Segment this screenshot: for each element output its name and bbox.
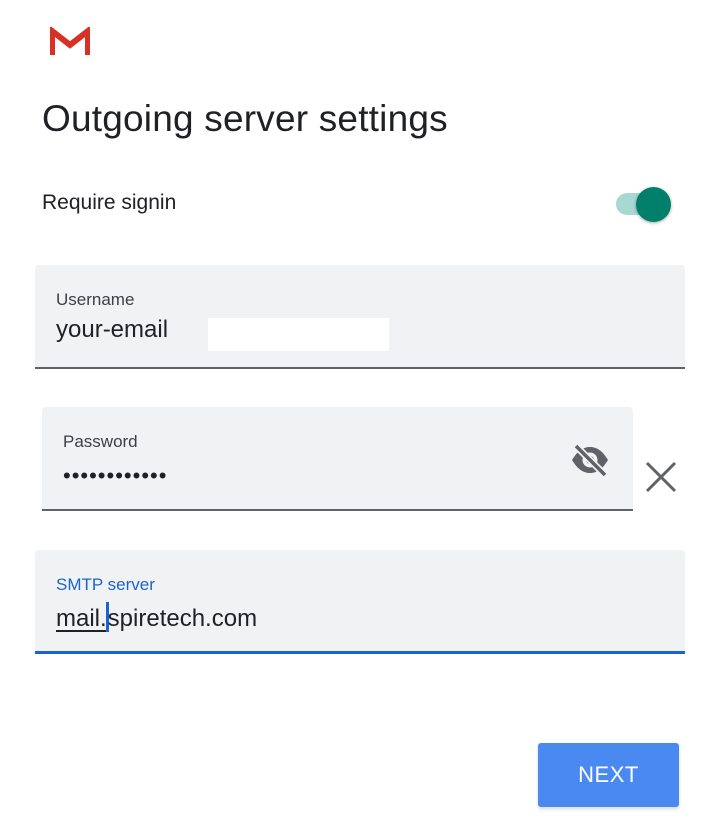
require-signin-toggle[interactable]	[612, 187, 674, 222]
next-button[interactable]: NEXT	[538, 743, 679, 807]
smtp-server-label: SMTP server	[56, 575, 155, 594]
require-signin-label: Require signin	[42, 191, 177, 214]
smtp-server-value[interactable]: mail.spiretech.com	[56, 602, 257, 633]
smtp-typed-text: mail.	[56, 605, 107, 632]
gmail-logo-icon	[50, 27, 90, 55]
toggle-thumb	[636, 187, 671, 222]
close-icon[interactable]	[643, 459, 679, 495]
username-label: Username	[56, 290, 135, 309]
outgoing-server-settings-screen: Outgoing server settings Require signin …	[0, 0, 720, 837]
password-value: ••••••••••••	[63, 463, 168, 488]
page-title: Outgoing server settings	[42, 98, 448, 139]
redaction-block	[208, 318, 389, 351]
smtp-autocomplete-text: spiretech.com	[107, 605, 258, 632]
username-field[interactable]: Username your-email	[35, 265, 685, 369]
password-label: Password	[63, 432, 138, 451]
eye-off-icon[interactable]	[569, 443, 611, 477]
smtp-server-field[interactable]: SMTP server mail.spiretech.com	[35, 550, 685, 654]
username-value: your-email	[56, 316, 169, 343]
password-field[interactable]: Password ••••••••••••	[42, 407, 633, 511]
